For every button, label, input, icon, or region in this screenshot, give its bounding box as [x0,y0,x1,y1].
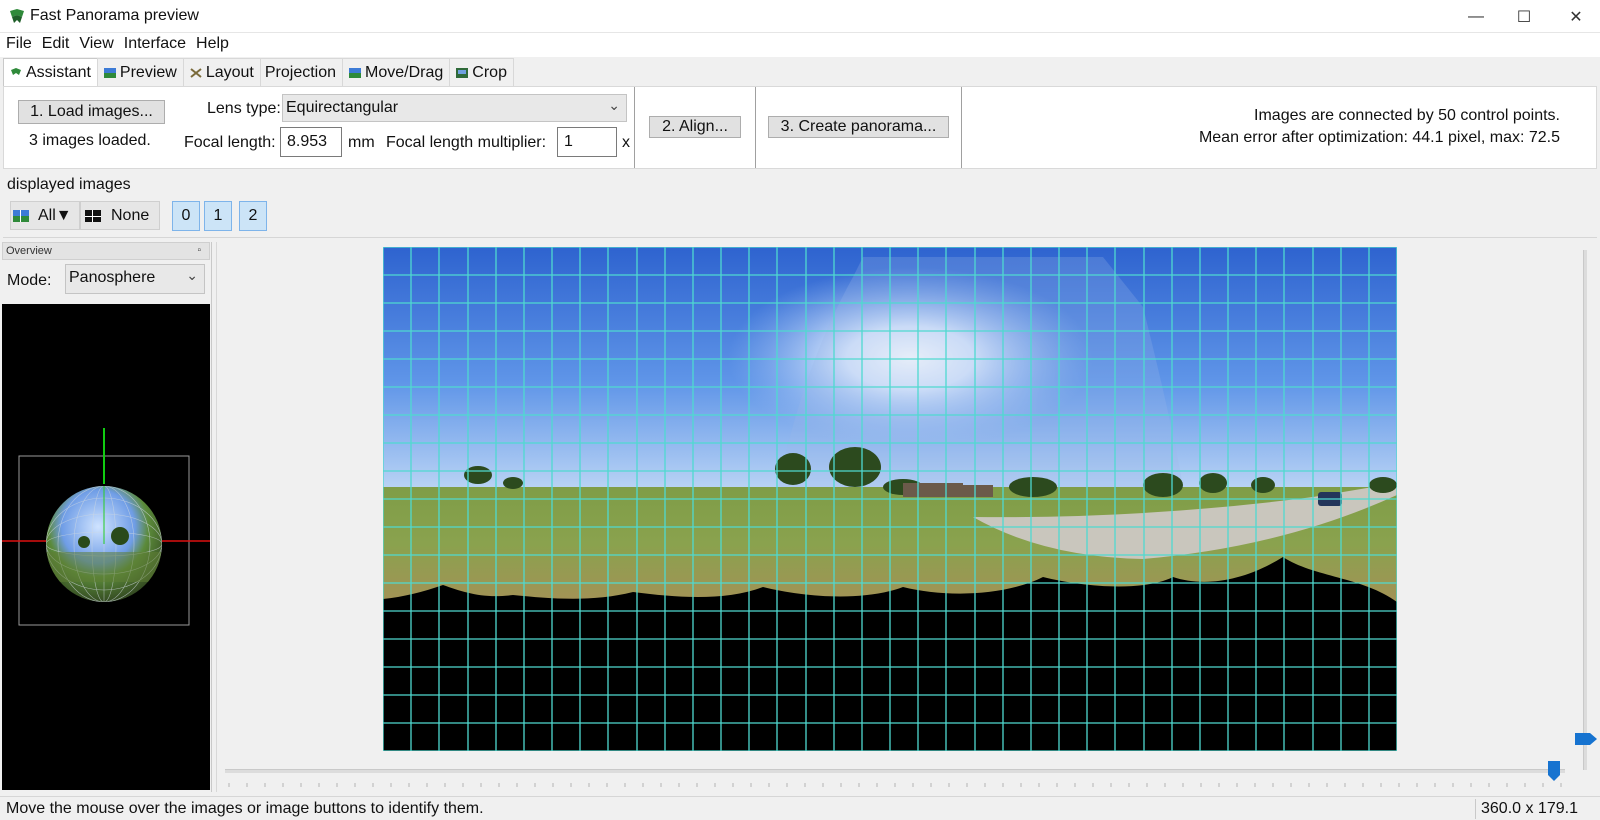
tab-layout-label: Layout [205,64,254,81]
separator [755,87,757,168]
menu-help[interactable]: Help [196,33,235,57]
mode-select[interactable]: Panosphere ⌄ [65,264,205,294]
all-images-icon [13,209,29,222]
image-toggle-1[interactable]: 1 [204,201,232,231]
panosphere-graphic [2,428,210,626]
menu-view[interactable]: View [79,33,119,57]
chevron-down-icon: ⌄ [608,97,620,113]
overview-title: Overview [6,245,52,257]
multiplier-unit: x [622,134,630,151]
status-message: Move the mouse over the images or image … [6,800,484,817]
separator [634,87,636,168]
menu-file[interactable]: File [6,33,38,57]
multiplier-label: Focal length multiplier: [386,134,547,151]
no-images-icon [85,209,101,222]
panorama-preview[interactable] [383,247,1397,751]
image-toggle-0[interactable]: 0 [172,201,200,231]
tab-assistant[interactable]: Assistant [3,58,98,88]
menu-bar: File Edit View Interface Help [0,33,1600,57]
field-of-view-readout: 360.0 x 179.1 [1481,800,1578,817]
assistant-panel: 1. Load images... 3 images loaded. Lens … [3,86,1597,169]
layout-icon [190,68,202,78]
assistant-icon [11,68,21,75]
vertical-slider-track[interactable] [1583,250,1587,770]
lens-type-value: Equirectangular [286,99,399,116]
separator [961,87,963,168]
tab-crop[interactable]: Crop [449,58,514,86]
focal-length-label: Focal length: [184,134,276,151]
minimize-button[interactable]: — [1452,0,1500,33]
status-separator [1475,799,1476,819]
horizontal-slider-track[interactable] [225,769,1565,773]
slider-ticks [228,783,1562,787]
show-all-images-button[interactable]: All▼ [10,201,80,230]
divider [3,237,1597,238]
status-bar: Move the mouse over the images or image … [0,796,1600,820]
mode-value: Panosphere [69,269,156,286]
load-images-button[interactable]: 1. Load images... [18,100,165,124]
lens-type-select[interactable]: Equirectangular ⌄ [282,94,627,122]
image-toggle-2[interactable]: 2 [239,201,267,231]
app-icon [10,9,24,23]
mean-error-info: Mean error after optimization: 44.1 pixe… [1198,129,1560,146]
menu-edit[interactable]: Edit [42,33,76,57]
preview-area [216,242,1600,792]
overview-panel: Overview ▫ Mode: Panosphere ⌄ [0,242,212,792]
focal-length-input[interactable]: 8.953 [280,127,342,157]
preview-icon [103,68,116,78]
images-loaded-text: 3 images loaded. [29,132,151,149]
focal-length-unit: mm [348,134,375,151]
window-title: Fast Panorama preview [30,7,199,24]
chevron-down-icon: ⌄ [186,267,198,283]
tab-assistant-label: Assistant [26,64,91,81]
menu-interface[interactable]: Interface [124,33,192,57]
crop-icon [456,68,469,78]
tab-move-drag[interactable]: Move/Drag [342,58,451,86]
overview-header: Overview ▫ [2,242,210,260]
none-label: None [111,206,150,224]
tab-projection-label: Projection [264,64,337,81]
mode-label: Mode: [7,272,52,289]
control-points-info: Images are connected by 50 control point… [1254,107,1560,124]
horizontal-slider-handle[interactable] [1548,761,1560,781]
align-button[interactable]: 2. Align... [649,116,741,138]
lens-type-label: Lens type: [207,100,281,117]
maximize-button[interactable]: ☐ [1500,0,1548,33]
show-no-images-button[interactable]: None [80,201,160,230]
vertical-slider-handle[interactable] [1575,733,1597,745]
tab-preview-label: Preview [119,64,177,81]
all-label: All▼ [38,206,72,224]
tab-layout[interactable]: Layout [182,58,261,86]
panosphere-view[interactable] [2,304,210,790]
displayed-images-label: displayed images [7,176,131,193]
tab-preview[interactable]: Preview [96,58,184,86]
move-drag-icon [349,68,362,78]
create-panorama-button[interactable]: 3. Create panorama... [768,116,949,138]
title-bar: Fast Panorama preview — ☐ ✕ [0,0,1600,33]
panorama-image [383,247,1397,751]
close-button[interactable]: ✕ [1552,0,1600,33]
multiplier-input[interactable]: 1 [557,127,617,157]
tab-move-drag-label: Move/Drag [365,64,444,81]
tab-bar: Assistant Preview Layout Projection Move… [0,58,514,88]
pin-icon[interactable]: ▫ [197,245,201,256]
tab-projection[interactable]: Projection [259,58,344,86]
tab-crop-label: Crop [472,64,507,81]
